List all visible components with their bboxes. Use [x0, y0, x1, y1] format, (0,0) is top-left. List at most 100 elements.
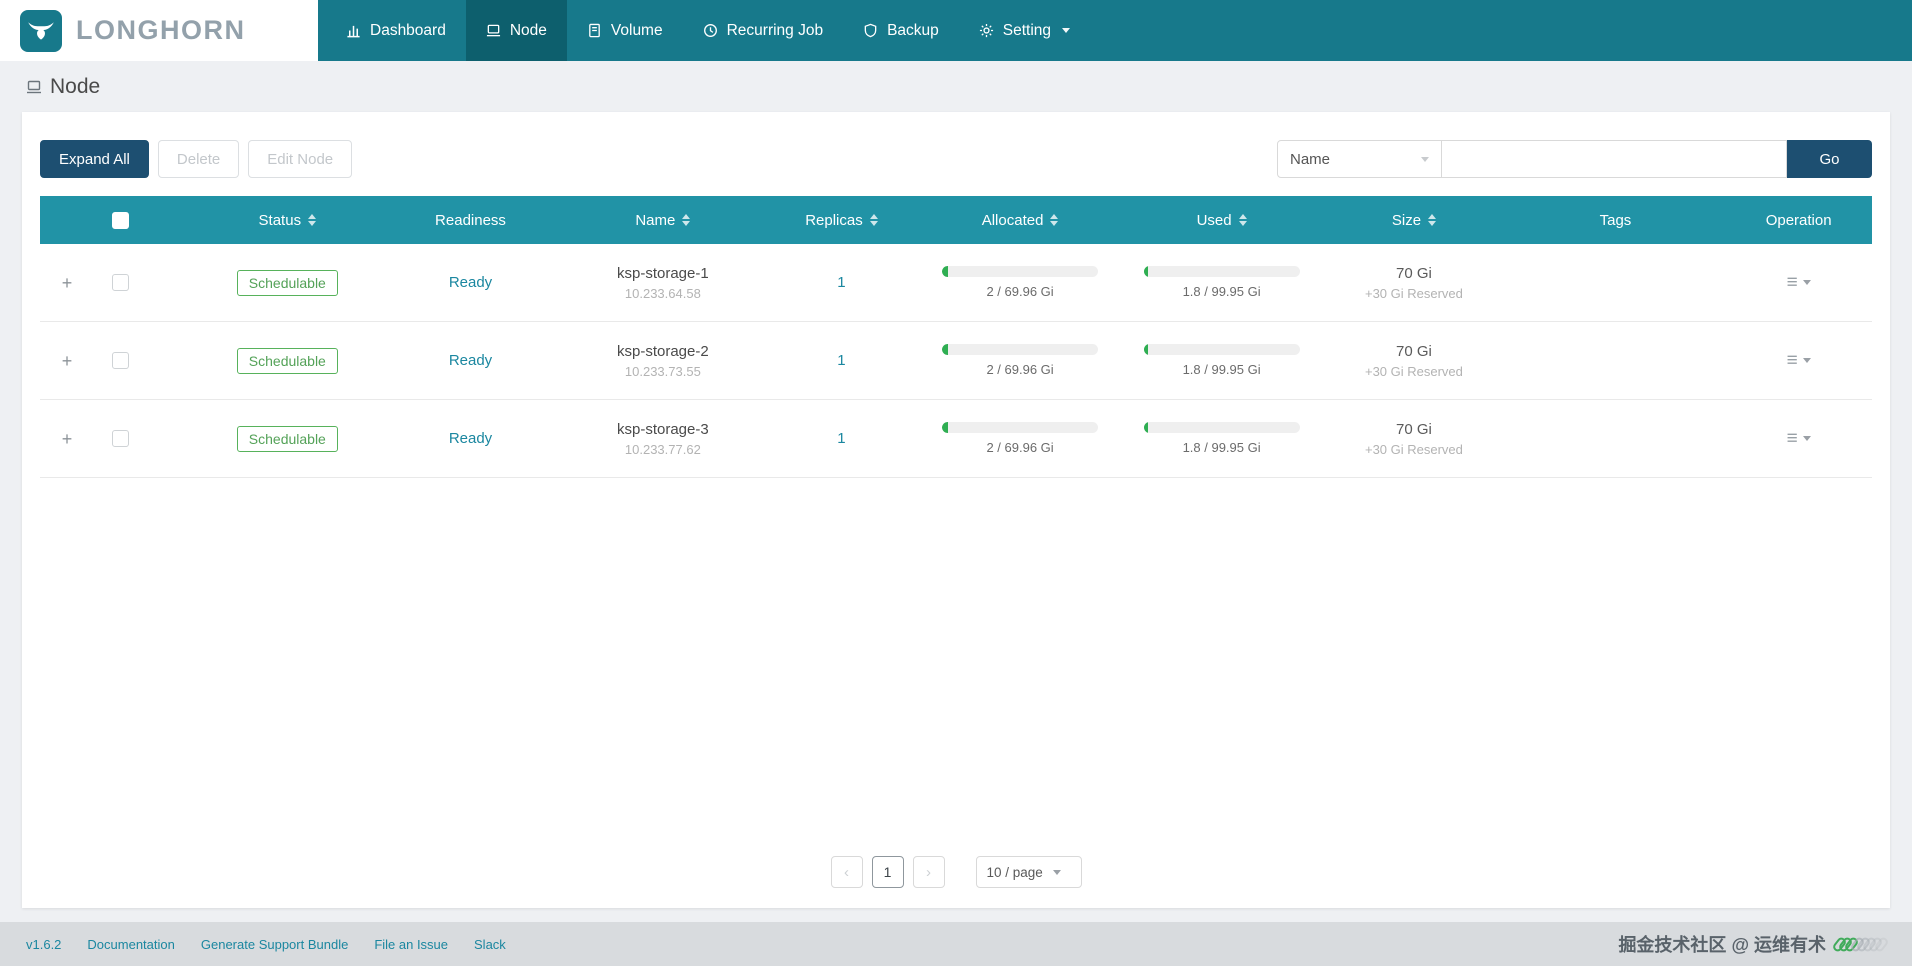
size-reserved-note: +30 Gi Reserved: [1364, 441, 1463, 457]
pagination: ‹ 1 › 10 / page: [830, 856, 1082, 888]
filter-field-select[interactable]: Name: [1277, 140, 1442, 178]
column-header-used[interactable]: Used: [1121, 196, 1323, 244]
sort-icon: [308, 214, 317, 226]
node-table: Status Readiness Name Replicas Allocated…: [40, 196, 1872, 478]
row-checkbox[interactable]: [112, 274, 129, 291]
operation-menu-button[interactable]: ≡: [1787, 429, 1811, 448]
used-progress-bar: [1143, 422, 1300, 433]
table-row: + Schedulable Ready ksp-storage-1 10.233…: [40, 244, 1872, 322]
column-label: Allocated: [981, 211, 1044, 229]
column-header-replicas[interactable]: Replicas: [764, 196, 920, 244]
column-header-status[interactable]: Status: [196, 196, 379, 244]
status-badge: Schedulable: [236, 425, 338, 452]
nav-label: Volume: [610, 21, 663, 39]
used-label: 1.8 / 99.95 Gi: [1182, 362, 1261, 377]
footer-link-file-issue[interactable]: File an Issue: [374, 937, 448, 952]
operation-menu-button[interactable]: ≡: [1787, 273, 1811, 292]
node-name: ksp-storage-1: [616, 264, 709, 282]
tags-cell: [1506, 322, 1726, 399]
chevron-down-icon: [1802, 358, 1811, 363]
expand-row-button[interactable]: +: [60, 430, 74, 448]
readiness-link[interactable]: Ready: [449, 352, 492, 369]
used-progress-bar: [1143, 266, 1300, 277]
column-label: Used: [1196, 211, 1232, 229]
list-icon: ≡: [1786, 428, 1798, 449]
nav-item-recurring-job[interactable]: Recurring Job: [683, 0, 844, 61]
dashboard-icon: [346, 23, 361, 38]
column-label: Name: [635, 211, 676, 229]
select-all-cell: [40, 196, 196, 244]
readiness-link[interactable]: Ready: [449, 274, 492, 291]
recurring-job-icon: [703, 23, 718, 38]
nav-label: Dashboard: [370, 21, 446, 39]
page-size-value: 10 / page: [986, 864, 1043, 880]
allocated-progress-bar: [942, 266, 1099, 277]
allocated-progress-bar: [942, 344, 1099, 355]
search-input[interactable]: [1442, 140, 1787, 178]
column-header-operation: Operation: [1725, 196, 1872, 244]
size-value: 70 Gi: [1396, 420, 1432, 438]
operation-menu-button[interactable]: ≡: [1787, 351, 1811, 370]
tags-cell: [1506, 244, 1726, 321]
content-card: Expand All Delete Edit Node Name Go Stat…: [22, 112, 1890, 908]
nav-item-setting[interactable]: Setting: [959, 0, 1090, 61]
replicas-link[interactable]: 1: [837, 352, 845, 369]
expand-row-button[interactable]: +: [60, 274, 74, 292]
column-header-allocated[interactable]: Allocated: [919, 196, 1121, 244]
replicas-link[interactable]: 1: [837, 274, 845, 291]
version-link[interactable]: v1.6.2: [26, 937, 61, 952]
top-navbar: LONGHORN Dashboard Node Volume Recurring…: [0, 0, 1912, 61]
edit-node-button[interactable]: Edit Node: [248, 140, 353, 178]
used-label: 1.8 / 99.95 Gi: [1182, 440, 1261, 455]
footer: v1.6.2 Documentation Generate Support Bu…: [0, 922, 1912, 966]
table-header: Status Readiness Name Replicas Allocated…: [40, 196, 1872, 244]
prev-page-button[interactable]: ‹: [830, 856, 863, 888]
size-reserved-note: +30 Gi Reserved: [1364, 363, 1463, 379]
column-label: Replicas: [805, 211, 863, 229]
chevron-down-icon: [1802, 436, 1811, 441]
go-button[interactable]: Go: [1787, 140, 1872, 178]
nav-item-backup[interactable]: Backup: [843, 0, 959, 61]
allocated-label: 2 / 69.96 Gi: [986, 284, 1054, 299]
row-checkbox[interactable]: [112, 430, 129, 447]
nav-item-volume[interactable]: Volume: [567, 0, 683, 61]
chevron-down-icon: [1802, 280, 1811, 285]
footer-link-documentation[interactable]: Documentation: [87, 937, 174, 952]
nav-item-dashboard[interactable]: Dashboard: [326, 0, 466, 61]
readiness-link[interactable]: Ready: [449, 430, 492, 447]
page-size-select[interactable]: 10 / page: [975, 856, 1082, 888]
sort-icon: [1050, 214, 1059, 226]
size-value: 70 Gi: [1396, 342, 1432, 360]
sort-icon: [1428, 214, 1437, 226]
nav-item-node[interactable]: Node: [465, 0, 567, 61]
chevron-down-icon: [1052, 869, 1061, 875]
page-number-button[interactable]: 1: [871, 856, 904, 888]
watermark: 掘金技术社区 @ 运维有术: [1618, 931, 1890, 957]
delete-button[interactable]: Delete: [157, 140, 240, 178]
used-progress-bar: [1143, 344, 1300, 355]
column-header-tags: Tags: [1506, 196, 1726, 244]
expand-all-button[interactable]: Expand All: [40, 140, 149, 178]
row-checkbox[interactable]: [112, 352, 129, 369]
next-page-button[interactable]: ›: [912, 856, 945, 888]
footer-link-support-bundle[interactable]: Generate Support Bundle: [201, 937, 348, 952]
footer-link-slack[interactable]: Slack: [474, 937, 506, 952]
node-ip: 10.233.64.58: [624, 285, 701, 301]
select-all-checkbox[interactable]: [112, 211, 129, 229]
nav-label: Node: [509, 21, 547, 39]
node-ip: 10.233.73.55: [624, 363, 701, 379]
column-label: Readiness: [435, 211, 506, 229]
column-header-name[interactable]: Name: [562, 196, 764, 244]
watermark-text: 掘金技术社区 @ 运维有术: [1618, 935, 1826, 955]
list-icon: ≡: [1786, 350, 1798, 371]
replicas-link[interactable]: 1: [837, 430, 845, 447]
nav-label: Recurring Job: [726, 21, 824, 39]
brand-name: LONGHORN: [76, 15, 246, 45]
brand-logo[interactable]: LONGHORN: [0, 0, 318, 61]
size-reserved-note: +30 Gi Reserved: [1364, 285, 1463, 301]
used-label: 1.8 / 99.95 Gi: [1182, 284, 1261, 299]
expand-row-button[interactable]: +: [60, 352, 74, 370]
allocated-label: 2 / 69.96 Gi: [986, 440, 1054, 455]
column-header-size[interactable]: Size: [1322, 196, 1505, 244]
chain-link-icons: [1831, 935, 1890, 953]
